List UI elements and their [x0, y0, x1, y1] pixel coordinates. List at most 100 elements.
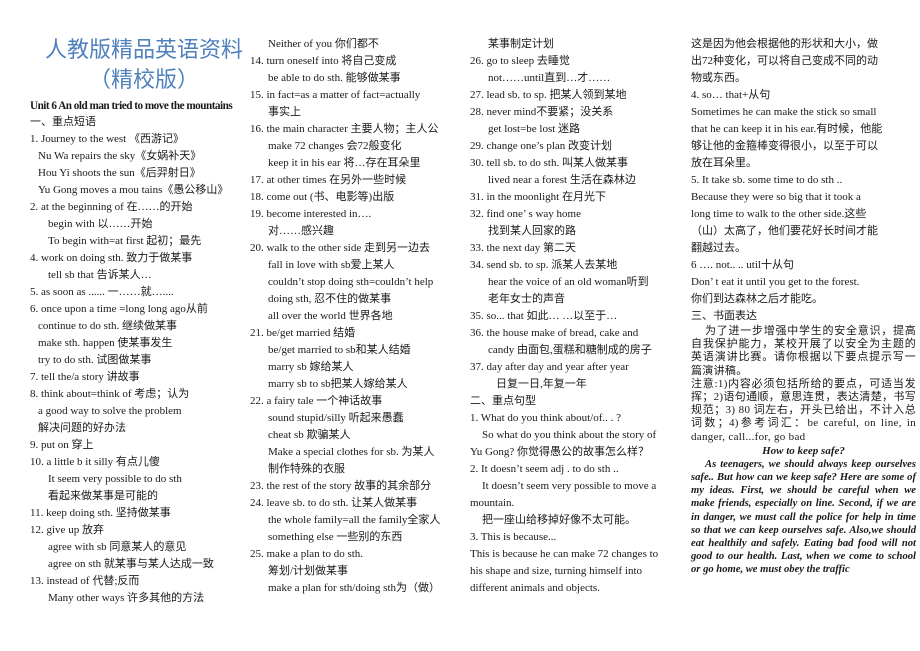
phrase-list-1: 一、重点短语 1. Journey to the west 《西游记》 Nu Wa …	[30, 114, 252, 607]
list-line: Yu Gong? 你觉得愚公的故事怎么样？	[470, 446, 650, 458]
text-line: that he can keep it in his ear.有时候，他能	[691, 123, 883, 135]
list-line: To begin with=at first 起初；最先	[48, 235, 202, 247]
text-line: 这是因为他会根据他的形状和大小，做	[691, 38, 878, 50]
list-line: 30. tell sb. to do sth. 叫某人做某事	[470, 157, 628, 169]
list-line: 31. in the moonlight 在月光下	[470, 191, 606, 203]
unit-heading: Unit 6 An old man tried to move the moun…	[30, 100, 233, 112]
list-line: 25. make a plan to do sth.	[250, 548, 364, 560]
list-line: 对……感兴趣	[268, 225, 334, 237]
column-3: 某事制定计划 26. go to sleep 去睡觉 not……until直到…才……	[470, 36, 688, 597]
list-line: Many other ways 许多其他的方法	[48, 592, 205, 604]
list-line: keep it in his ear 将…存在耳朵里	[268, 157, 421, 169]
list-line: 事实上	[268, 106, 301, 118]
list-line: 21. be/get married 结婚	[250, 327, 356, 339]
list-line: This is because he can make 72 changes t…	[470, 548, 659, 560]
text-line: 4. so… that+从句	[691, 89, 771, 101]
list-line: 11. keep doing sth. 坚持做某事	[30, 507, 171, 519]
list-line: 16. the main character 主要人物；主人公	[250, 123, 439, 135]
list-line: 20. walk to the other side 走到另一边去	[250, 242, 430, 254]
list-line: Yu Gong moves a mou tains《愚公移山》	[38, 184, 229, 196]
list-line: begin with 以……开始	[48, 218, 153, 230]
list-line: 日复一日,年复一年	[496, 378, 587, 390]
list-line: a good way to solve the problem	[38, 405, 182, 417]
list-line: 28. never mind不要紧；没关系	[470, 106, 614, 118]
document-title: 人教版精品英语资料	[44, 38, 243, 63]
list-line: marry sb to sb把某人嫁给某人	[268, 378, 408, 390]
column-4: 这是因为他会根据他的形状和大小，做 出72种变化，可以将自己变成不同的动 物或东西。…	[691, 36, 916, 577]
list-line: agree with sb 同意某人的意见	[48, 541, 187, 553]
document-subtitle: （精校版）	[88, 68, 199, 93]
list-line: 23. the rest of the story 故事的其余部分	[250, 480, 432, 492]
list-line: 36. the house make of bread, cake and	[470, 327, 639, 339]
list-line: Make a special clothes for sb. 为某人	[268, 446, 435, 458]
list-line: 9. put on 穿上	[30, 439, 94, 451]
text-line: （山）太高了，他们要花好长时间才能	[691, 225, 878, 237]
list-line: 7. tell the/a story 讲故事	[30, 371, 140, 383]
list-line: 34. send sb. to sp. 派某人去某地	[470, 259, 618, 271]
writing-notes: 注意:1)内容必须包括所给的要点，可适当发挥；2)语句通顺，意思连贯，表达清楚，…	[691, 377, 916, 443]
list-line: It seem very possible to do sth	[48, 473, 182, 485]
list-line: 19. become interested in….	[250, 208, 372, 220]
list-line: candy 由面包,蛋糕和糖制成的房子	[488, 344, 652, 356]
list-line: 1. What do you think about/of.. . ?	[470, 412, 622, 424]
list-line: 18. come out (书、电影等)出版	[250, 191, 395, 203]
list-line: 14. turn oneself into 将自己变成	[250, 55, 397, 67]
list-line: 27. lead sb. to sp. 把某人领到某地	[470, 89, 627, 101]
text-line: 你们到达森林之后才能吃。	[691, 293, 823, 305]
list-line: 筹划/计划做某事	[268, 565, 349, 577]
list-line: 37. day after day and year after year	[470, 361, 629, 373]
list-line: 32. find one’ s way home	[470, 208, 581, 220]
list-line: all over the world 世界各地	[268, 310, 393, 322]
list-line: 6. once upon a time =long long ago从前	[30, 303, 208, 315]
list-line: couldn’t stop doing sth=couldn’t help	[268, 276, 434, 288]
text-line: 三、书面表达	[691, 310, 757, 322]
text-line: 翻越过去。	[691, 242, 746, 254]
list-line: 3. This is because...	[470, 531, 557, 543]
text-line: 够让他的金箍棒变得很小，以至于可以	[691, 140, 878, 152]
list-line: try to do sth. 试图做某事	[38, 354, 152, 366]
list-line: not……until直到…才……	[488, 72, 611, 84]
list-line: 29. change one’s plan 改变计划	[470, 140, 613, 152]
list-line: It doesn’t seem very possible to move a	[482, 480, 657, 492]
list-line: 解决问题的好办法	[38, 422, 126, 434]
list-line: his shape and size, turning himself into	[470, 565, 642, 577]
list-line: fall in love with sb爱上某人	[268, 259, 395, 271]
text-line: 放在耳朵里。	[691, 157, 757, 169]
text-line: Because they were so big that it took a	[691, 191, 861, 203]
list-line: 15. in fact=as a matter of fact=actually	[250, 89, 421, 101]
list-line: 13. instead of 代替;反而	[30, 575, 140, 587]
list-line: different animals and objects.	[470, 582, 600, 594]
list-line: be able to do sth. 能够做某事	[268, 72, 401, 84]
list-line: 老年女士的声音	[488, 293, 565, 305]
list-line: 二、重点句型	[470, 395, 536, 407]
list-line: 8. think about=think of 考虑；认为	[30, 388, 190, 400]
essay-title: How to keep safe?	[762, 444, 845, 457]
list-line: be/get married to sb和某人结婚	[268, 344, 411, 356]
text-line: 5. It take sb. some time to do sth ..	[691, 174, 843, 186]
text-line: long time to walk to the other side.这些	[691, 208, 867, 220]
list-line: continue to do sth. 继续做某事	[38, 320, 178, 332]
list-line: mountain.	[470, 497, 515, 509]
column-2: Neither of you 你们都不 14. turn oneself into…	[250, 36, 468, 597]
text-line: 物或东西。	[691, 72, 746, 84]
list-line: 1. Journey to the west 《西游记》	[30, 133, 184, 145]
list-line: tell sb that 告诉某人…	[48, 269, 152, 281]
list-line: make 72 changes 会72般变化	[268, 140, 402, 152]
list-line: Nu Wa repairs the sky《女娲补天》	[38, 150, 202, 162]
column-1: 人教版精品英语资料 （精校版） Unit 6 An old man tried …	[30, 36, 252, 607]
list-line: sound stupid/silly 听起来愚蠢	[268, 412, 404, 424]
list-line: 把一座山给移掉好像不太可能。	[482, 514, 636, 526]
list-line: 35. so... that 如此… …以至于…	[470, 310, 618, 322]
list-line: 看起来做某事是可能的	[48, 490, 158, 502]
list-line: doing sth, 忍不住的做某事	[268, 293, 392, 305]
list-line: So what do you think about the story of	[482, 429, 657, 441]
list-line: 26. go to sleep 去睡觉	[470, 55, 570, 67]
list-line: make sth. happen 使某事发生	[38, 337, 173, 349]
list-line: lived near a forest 生活在森林边	[488, 174, 636, 186]
text-line: 6 …. not.. .. util十从句	[691, 259, 794, 271]
list-line: 10. a little b it silly 有点儿傻	[30, 456, 160, 468]
list-line: 一、重点短语	[30, 116, 96, 128]
list-line: 12. give up 放弃	[30, 524, 104, 536]
list-line: agree on sth 就某事与某人达成一致	[48, 558, 214, 570]
list-line: Neither of you 你们都不	[268, 38, 379, 50]
